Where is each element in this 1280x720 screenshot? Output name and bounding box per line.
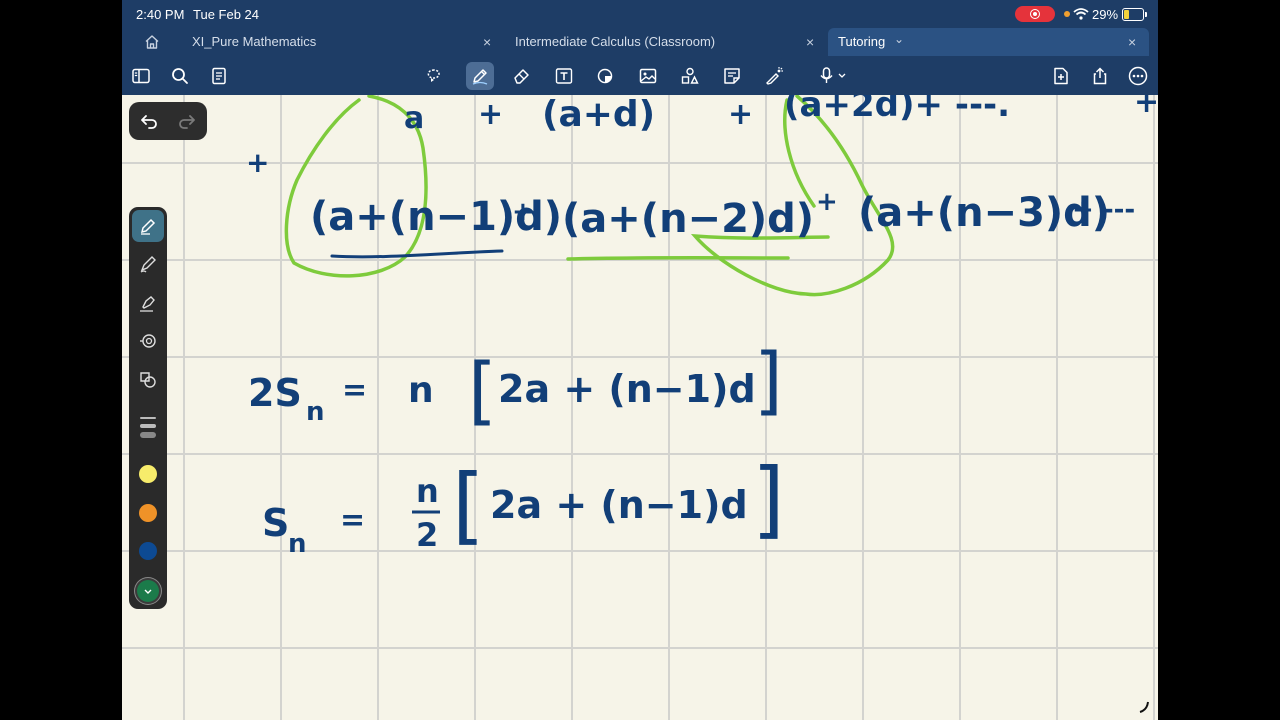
microphone-icon[interactable] bbox=[812, 62, 852, 90]
eq2-lhs: S bbox=[262, 501, 289, 545]
record-icon bbox=[1030, 9, 1040, 19]
plus-sign: + bbox=[728, 97, 753, 132]
chevron-down-icon[interactable]: ⌄ bbox=[894, 25, 904, 53]
eq1-equals: = bbox=[342, 373, 367, 408]
clock: 2:40 PM bbox=[136, 7, 185, 22]
pen-icon[interactable] bbox=[466, 62, 494, 90]
tape-icon[interactable] bbox=[132, 325, 164, 357]
eq2-equals: = bbox=[340, 503, 365, 538]
sticky-note-icon[interactable] bbox=[718, 62, 746, 90]
highlighter-icon[interactable] bbox=[132, 287, 164, 319]
redo-icon[interactable] bbox=[175, 109, 199, 133]
eq2-numerator: n bbox=[416, 472, 439, 510]
sidebar-icon[interactable] bbox=[127, 62, 155, 90]
close-tab-icon[interactable]: × bbox=[1128, 28, 1136, 56]
thumbnails-icon[interactable] bbox=[205, 62, 233, 90]
battery-icon bbox=[1122, 8, 1147, 21]
app-window: 2:40 PM Tue Feb 24 29% XI_Pure Mathemati… bbox=[122, 0, 1158, 720]
battery-percentage: 29% bbox=[1092, 7, 1119, 22]
page-corner-indicator bbox=[1139, 701, 1149, 713]
plus-sign: + bbox=[478, 97, 503, 132]
close-tab-icon[interactable]: × bbox=[483, 28, 491, 56]
top-bar: 2:40 PM Tue Feb 24 29% XI_Pure Mathemati… bbox=[122, 0, 1158, 95]
close-tab-icon[interactable]: × bbox=[806, 28, 814, 56]
search-icon[interactable] bbox=[166, 62, 194, 90]
tab-tutoring[interactable]: Tutoring ⌄ × bbox=[828, 28, 1149, 56]
eq1-subscript: n bbox=[306, 397, 325, 427]
eq2-left-bracket: [ bbox=[452, 456, 485, 554]
plus-sign: + bbox=[816, 187, 838, 217]
tab-intermediate-calculus[interactable]: Intermediate Calculus (Classroom) × bbox=[501, 28, 821, 56]
term-a-plus-2d: (a+2d)+ ---. bbox=[784, 95, 1010, 125]
tab-bar: XI_Pure Mathematics × Intermediate Calcu… bbox=[122, 28, 1158, 56]
plus-sign: + bbox=[512, 197, 534, 227]
screen-record-indicator[interactable] bbox=[1015, 6, 1055, 22]
tool-palette bbox=[129, 207, 167, 609]
eq2-right-bracket: ] bbox=[752, 450, 785, 548]
elements-icon[interactable] bbox=[676, 62, 704, 90]
eq1-body: 2a + (n−1)d bbox=[498, 367, 756, 411]
undo-icon[interactable] bbox=[137, 109, 161, 133]
more-icon[interactable] bbox=[1124, 62, 1152, 90]
image-icon[interactable] bbox=[634, 62, 662, 90]
home-icon[interactable] bbox=[144, 34, 160, 50]
plus-sign: + bbox=[246, 146, 269, 179]
eq1-lhs: 2S bbox=[248, 371, 302, 415]
eq2-body: 2a + (n−1)d bbox=[490, 483, 748, 527]
handwriting: a + (a+d) + (a+2d)+ ---. + + (a+(n−1)d) … bbox=[246, 95, 1158, 559]
underline-stroke bbox=[330, 249, 504, 259]
note-canvas[interactable]: a + (a+d) + (a+2d)+ ---. + + (a+(n−1)d) … bbox=[122, 95, 1158, 720]
term-n-minus-2: (a+(n−2)d) bbox=[562, 196, 814, 242]
eq2-denominator: 2 bbox=[416, 516, 438, 554]
date: Tue Feb 24 bbox=[193, 7, 260, 22]
color-swatch-blue[interactable] bbox=[139, 542, 157, 560]
color-swatch-green-selected[interactable] bbox=[137, 580, 159, 602]
tab-label: Tutoring bbox=[838, 34, 886, 49]
tab-label: XI_Pure Mathematics bbox=[192, 34, 317, 49]
shapes-icon[interactable] bbox=[592, 62, 620, 90]
stroke-thickness-icon[interactable] bbox=[140, 417, 156, 439]
undo-redo-bar bbox=[129, 102, 207, 140]
brush-pen-icon[interactable] bbox=[132, 248, 164, 280]
toolbar bbox=[122, 56, 1158, 95]
status-bar: 2:40 PM Tue Feb 24 29% bbox=[122, 0, 1158, 28]
eraser-icon[interactable] bbox=[508, 62, 536, 90]
tab-label: Intermediate Calculus (Classroom) bbox=[515, 34, 716, 49]
eq2-subscript: n bbox=[288, 529, 307, 559]
shape-tool-icon[interactable] bbox=[132, 364, 164, 396]
fountain-pen-icon[interactable] bbox=[132, 210, 164, 242]
add-page-icon[interactable] bbox=[1047, 62, 1075, 90]
color-swatch-orange[interactable] bbox=[139, 504, 157, 522]
eq1-right-bracket: ] bbox=[754, 338, 783, 424]
term-a-plus-d: (a+d) bbox=[542, 95, 655, 135]
eq1-left-bracket: [ bbox=[468, 348, 497, 434]
share-icon[interactable] bbox=[1086, 62, 1114, 90]
tab-xi-pure-mathematics[interactable]: XI_Pure Mathematics × bbox=[178, 28, 498, 56]
microphone-in-use-indicator bbox=[1064, 11, 1070, 17]
plus-sign: + bbox=[1134, 95, 1158, 120]
wifi-icon bbox=[1073, 8, 1089, 20]
term-a: a bbox=[404, 101, 424, 136]
eq1-coefficient: n bbox=[408, 370, 434, 411]
lasso-icon[interactable] bbox=[420, 62, 448, 90]
chevron-down-icon bbox=[144, 589, 152, 594]
laser-pointer-icon[interactable] bbox=[760, 62, 788, 90]
color-swatch-yellow[interactable] bbox=[139, 465, 157, 483]
trailing-dots: + --- bbox=[1072, 195, 1135, 225]
text-icon[interactable] bbox=[550, 62, 578, 90]
